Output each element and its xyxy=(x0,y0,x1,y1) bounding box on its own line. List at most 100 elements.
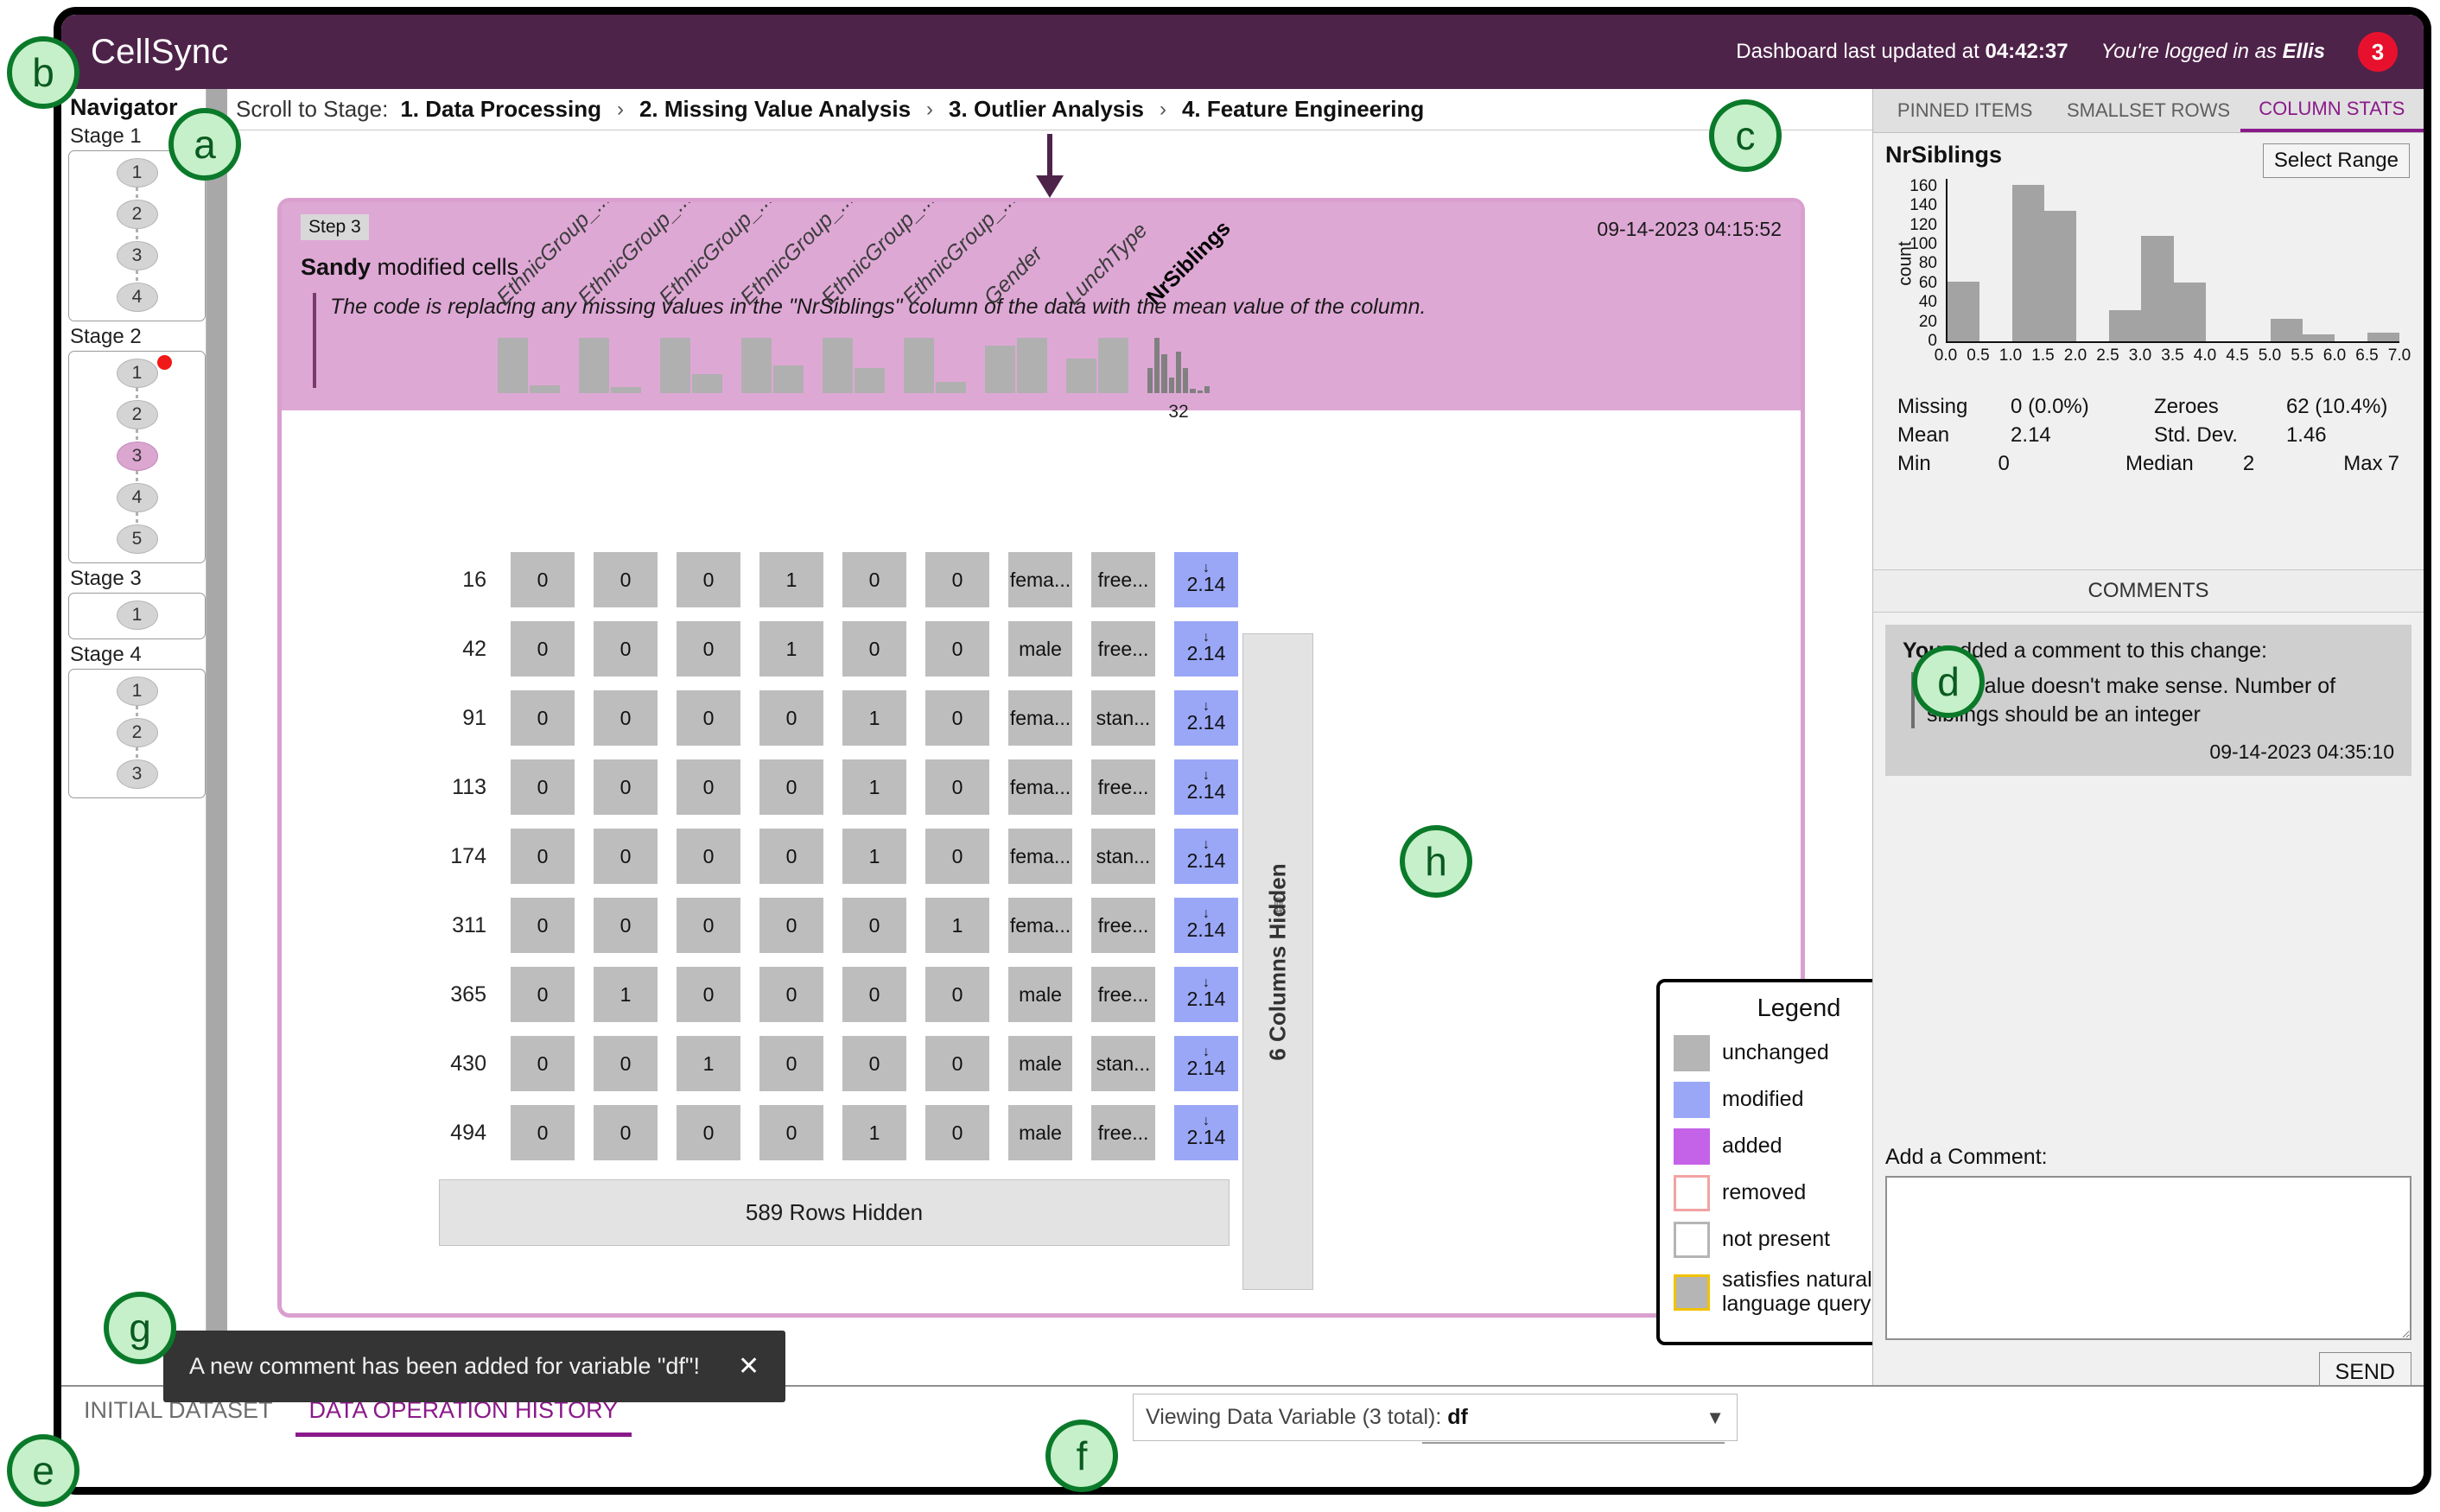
table-cell[interactable]: male xyxy=(1008,1036,1072,1091)
table-cell[interactable]: 0 xyxy=(594,621,658,677)
table-cell[interactable]: free... xyxy=(1091,552,1155,607)
table-cell[interactable]: 0 xyxy=(511,759,575,815)
tab-smallset-rows[interactable]: SMALLSET ROWS xyxy=(2056,89,2240,132)
table-cell[interactable]: 0 xyxy=(925,759,989,815)
table-cell[interactable]: free... xyxy=(1091,967,1155,1022)
table-cell[interactable]: 0 xyxy=(842,967,906,1022)
table-cell-modified[interactable]: ↓ 2.14 xyxy=(1174,552,1238,607)
table-cell[interactable]: 0 xyxy=(842,552,906,607)
table-cell-modified[interactable]: ↓ 2.14 xyxy=(1174,759,1238,815)
table-cell-modified[interactable]: ↓ 2.14 xyxy=(1174,829,1238,884)
navigator-node[interactable]: 1 xyxy=(116,677,158,706)
table-cell[interactable]: 1 xyxy=(677,1036,740,1091)
table-cell[interactable]: 0 xyxy=(511,829,575,884)
table-cell[interactable]: 0 xyxy=(925,829,989,884)
table-cell[interactable]: 0 xyxy=(511,552,575,607)
navigator-node[interactable]: 3 xyxy=(116,241,158,270)
table-cell[interactable]: 0 xyxy=(925,1105,989,1160)
table-cell[interactable]: 0 xyxy=(511,898,575,953)
table-cell[interactable]: 0 xyxy=(925,552,989,607)
table-cell[interactable]: 0 xyxy=(677,621,740,677)
table-cell[interactable]: 0 xyxy=(677,1105,740,1160)
table-cell[interactable]: 0 xyxy=(511,1105,575,1160)
table-cell[interactable]: 0 xyxy=(759,690,823,746)
breadcrumb-stage-link[interactable]: 1. Data Processing xyxy=(400,96,601,123)
table-cell[interactable]: 0 xyxy=(925,967,989,1022)
select-range-button[interactable]: Select Range xyxy=(2262,143,2410,178)
table-cell[interactable]: 0 xyxy=(511,690,575,746)
tab-column-stats[interactable]: COLUMN STATS xyxy=(2240,89,2424,132)
table-cell[interactable]: free... xyxy=(1091,898,1155,953)
table-cell[interactable]: 1 xyxy=(594,967,658,1022)
table-cell[interactable]: 0 xyxy=(925,1036,989,1091)
table-cell[interactable]: 1 xyxy=(842,829,906,884)
table-cell[interactable]: 1 xyxy=(842,759,906,815)
table-cell[interactable]: 0 xyxy=(759,1036,823,1091)
table-cell[interactable]: 0 xyxy=(925,621,989,677)
table-cell[interactable]: stan... xyxy=(1091,829,1155,884)
table-cell[interactable]: 1 xyxy=(759,552,823,607)
table-cell[interactable]: 0 xyxy=(759,1105,823,1160)
table-cell[interactable]: 0 xyxy=(759,898,823,953)
table-cell[interactable]: free... xyxy=(1091,621,1155,677)
table-cell[interactable]: 0 xyxy=(842,621,906,677)
step-card[interactable]: Step 3 09-14-2023 04:15:52 Sandy modifie… xyxy=(277,198,1805,1318)
table-cell[interactable]: 1 xyxy=(842,1105,906,1160)
table-cell[interactable]: 1 xyxy=(842,690,906,746)
table-cell-modified[interactable]: ↓ 2.14 xyxy=(1174,1105,1238,1160)
add-comment-input[interactable] xyxy=(1885,1176,2411,1340)
navigator-node[interactable]: 2 xyxy=(116,200,158,229)
table-cell[interactable]: fema... xyxy=(1008,690,1072,746)
table-cell[interactable]: 1 xyxy=(759,621,823,677)
navigator-node[interactable]: 2 xyxy=(116,718,158,747)
table-cell[interactable]: 0 xyxy=(677,898,740,953)
navigator-node[interactable]: 5 xyxy=(116,524,158,554)
table-cell[interactable]: 0 xyxy=(594,1036,658,1091)
vertical-scrollbar[interactable] xyxy=(207,89,227,1385)
breadcrumb-stage-link[interactable]: 3. Outlier Analysis xyxy=(949,96,1144,123)
navigator-node[interactable]: 3 xyxy=(116,759,158,789)
columns-hidden-panel[interactable]: ✎ 6 Columns Hidden xyxy=(1242,633,1313,1290)
navigator-node[interactable]: 2 xyxy=(116,400,158,429)
table-cell[interactable]: 0 xyxy=(677,690,740,746)
tab-pinned-items[interactable]: PINNED ITEMS xyxy=(1873,89,2056,132)
table-cell[interactable]: 0 xyxy=(677,967,740,1022)
table-cell[interactable]: male xyxy=(1008,1105,1072,1160)
table-cell[interactable]: 0 xyxy=(511,621,575,677)
data-variable-select[interactable]: Viewing Data Variable (3 total): df ▼ xyxy=(1133,1394,1738,1441)
breadcrumb-stage-link[interactable]: 4. Feature Engineering xyxy=(1182,96,1424,123)
table-cell[interactable]: fema... xyxy=(1008,552,1072,607)
table-cell[interactable]: 0 xyxy=(594,759,658,815)
table-cell[interactable]: free... xyxy=(1091,759,1155,815)
table-cell[interactable]: 0 xyxy=(677,829,740,884)
table-cell[interactable]: male xyxy=(1008,621,1072,677)
table-cell[interactable]: male xyxy=(1008,967,1072,1022)
table-cell[interactable]: 0 xyxy=(842,898,906,953)
table-cell[interactable]: 0 xyxy=(759,967,823,1022)
rows-hidden-banner[interactable]: 589 Rows Hidden xyxy=(439,1179,1230,1246)
table-cell[interactable]: 0 xyxy=(511,1036,575,1091)
table-cell[interactable]: 0 xyxy=(594,898,658,953)
breadcrumb-stage-link[interactable]: 2. Missing Value Analysis xyxy=(639,96,911,123)
table-cell-modified[interactable]: ↓ 2.14 xyxy=(1174,898,1238,953)
navigator-node[interactable]: 1 xyxy=(116,600,158,630)
table-cell[interactable]: 0 xyxy=(677,552,740,607)
table-cell[interactable]: stan... xyxy=(1091,690,1155,746)
navigator-node[interactable]: 1 xyxy=(116,359,158,388)
table-cell-modified[interactable]: ↓ 2.14 xyxy=(1174,621,1238,677)
table-cell-modified[interactable]: ↓ 2.14 xyxy=(1174,690,1238,746)
close-icon[interactable]: ✕ xyxy=(738,1351,759,1382)
table-cell[interactable]: 1 xyxy=(925,898,989,953)
table-cell[interactable]: 0 xyxy=(759,829,823,884)
table-cell[interactable]: 0 xyxy=(842,1036,906,1091)
table-cell[interactable]: 0 xyxy=(594,1105,658,1160)
table-cell[interactable]: 0 xyxy=(594,552,658,607)
navigator-node[interactable]: 4 xyxy=(116,483,158,512)
navigator-node[interactable]: 1 xyxy=(116,158,158,187)
table-cell[interactable]: 0 xyxy=(511,967,575,1022)
notification-badge[interactable]: 3 xyxy=(2358,32,2398,72)
table-cell[interactable]: 0 xyxy=(594,829,658,884)
table-cell[interactable]: 0 xyxy=(759,759,823,815)
table-cell[interactable]: fema... xyxy=(1008,829,1072,884)
table-cell[interactable]: stan... xyxy=(1091,1036,1155,1091)
